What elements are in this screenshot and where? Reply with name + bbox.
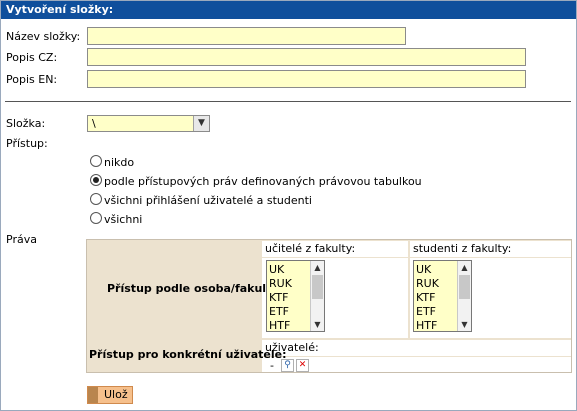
access-option-table: podle přístupových práv definovaných prá… bbox=[104, 175, 422, 188]
close-icon[interactable]: ✕ bbox=[296, 359, 309, 372]
page-title: Vytvoření složky: bbox=[1, 1, 576, 19]
separator bbox=[5, 101, 571, 102]
access-radio-nikdo[interactable] bbox=[90, 155, 102, 167]
list-item[interactable]: KTF bbox=[416, 291, 439, 305]
description-cz-input[interactable] bbox=[87, 48, 526, 66]
folder-select[interactable]: \ ▼ bbox=[87, 115, 210, 132]
row-user-access-label: Přístup pro konkrétní uživatele: bbox=[89, 348, 287, 361]
save-button-label: Ulož bbox=[104, 388, 128, 401]
folder-name-input[interactable] bbox=[87, 27, 406, 45]
students-faculty-list[interactable]: UK RUK KTF ETF HTF ▲ ▼ bbox=[413, 260, 472, 332]
access-option-nikdo: nikdo bbox=[104, 156, 135, 169]
scrollbar[interactable]: ▲ ▼ bbox=[310, 261, 324, 331]
chevron-down-icon[interactable]: ▼ bbox=[311, 318, 324, 331]
access-option-logged-in: všichni přihlášení uživatelé a studenti bbox=[104, 194, 312, 207]
list-item[interactable]: KTF bbox=[269, 291, 292, 305]
scrollbar[interactable]: ▲ ▼ bbox=[457, 261, 471, 331]
list-item[interactable]: ETF bbox=[269, 305, 292, 319]
teachers-faculty-list[interactable]: UK RUK KTF ETF HTF ▲ ▼ bbox=[266, 260, 325, 332]
scroll-thumb[interactable] bbox=[312, 275, 323, 299]
magnifier-icon[interactable]: ⚲ bbox=[281, 359, 294, 372]
row-faculty-access-label: Přístup podle osoba/fakulta: bbox=[107, 282, 284, 295]
folder-label: Složka: bbox=[6, 117, 46, 130]
access-radio-logged-in[interactable] bbox=[90, 193, 102, 205]
access-label: Přístup: bbox=[6, 137, 48, 150]
button-grip bbox=[88, 387, 98, 403]
folder-name-label: Název složky: bbox=[6, 30, 81, 43]
access-radio-table[interactable] bbox=[90, 174, 102, 186]
folder-select-value: \ bbox=[92, 117, 96, 130]
chevron-up-icon[interactable]: ▲ bbox=[311, 261, 324, 274]
list-item[interactable]: RUK bbox=[416, 277, 439, 291]
description-cz-label: Popis CZ: bbox=[6, 51, 58, 64]
list-item[interactable]: HTF bbox=[416, 319, 439, 331]
scroll-thumb[interactable] bbox=[459, 275, 470, 299]
access-radio-all[interactable] bbox=[90, 212, 102, 224]
chevron-up-icon[interactable]: ▲ bbox=[458, 261, 471, 274]
rights-label: Práva bbox=[6, 233, 37, 246]
users-value: - bbox=[270, 359, 274, 372]
list-item[interactable]: UK bbox=[416, 263, 439, 277]
chevron-down-icon[interactable]: ▼ bbox=[193, 116, 209, 131]
teachers-header: učitelé z fakulty: bbox=[265, 242, 356, 255]
list-item[interactable]: RUK bbox=[269, 277, 292, 291]
list-item[interactable]: UK bbox=[269, 263, 292, 277]
list-item[interactable]: ETF bbox=[416, 305, 439, 319]
description-en-label: Popis EN: bbox=[6, 73, 58, 86]
users-header: uživatelé: bbox=[265, 341, 319, 354]
access-option-all: všichni bbox=[104, 213, 143, 226]
chevron-down-icon[interactable]: ▼ bbox=[458, 318, 471, 331]
save-button[interactable]: Ulož bbox=[87, 386, 133, 404]
students-header: studenti z fakulty: bbox=[413, 242, 512, 255]
list-item[interactable]: HTF bbox=[269, 319, 292, 331]
description-en-input[interactable] bbox=[87, 70, 526, 88]
